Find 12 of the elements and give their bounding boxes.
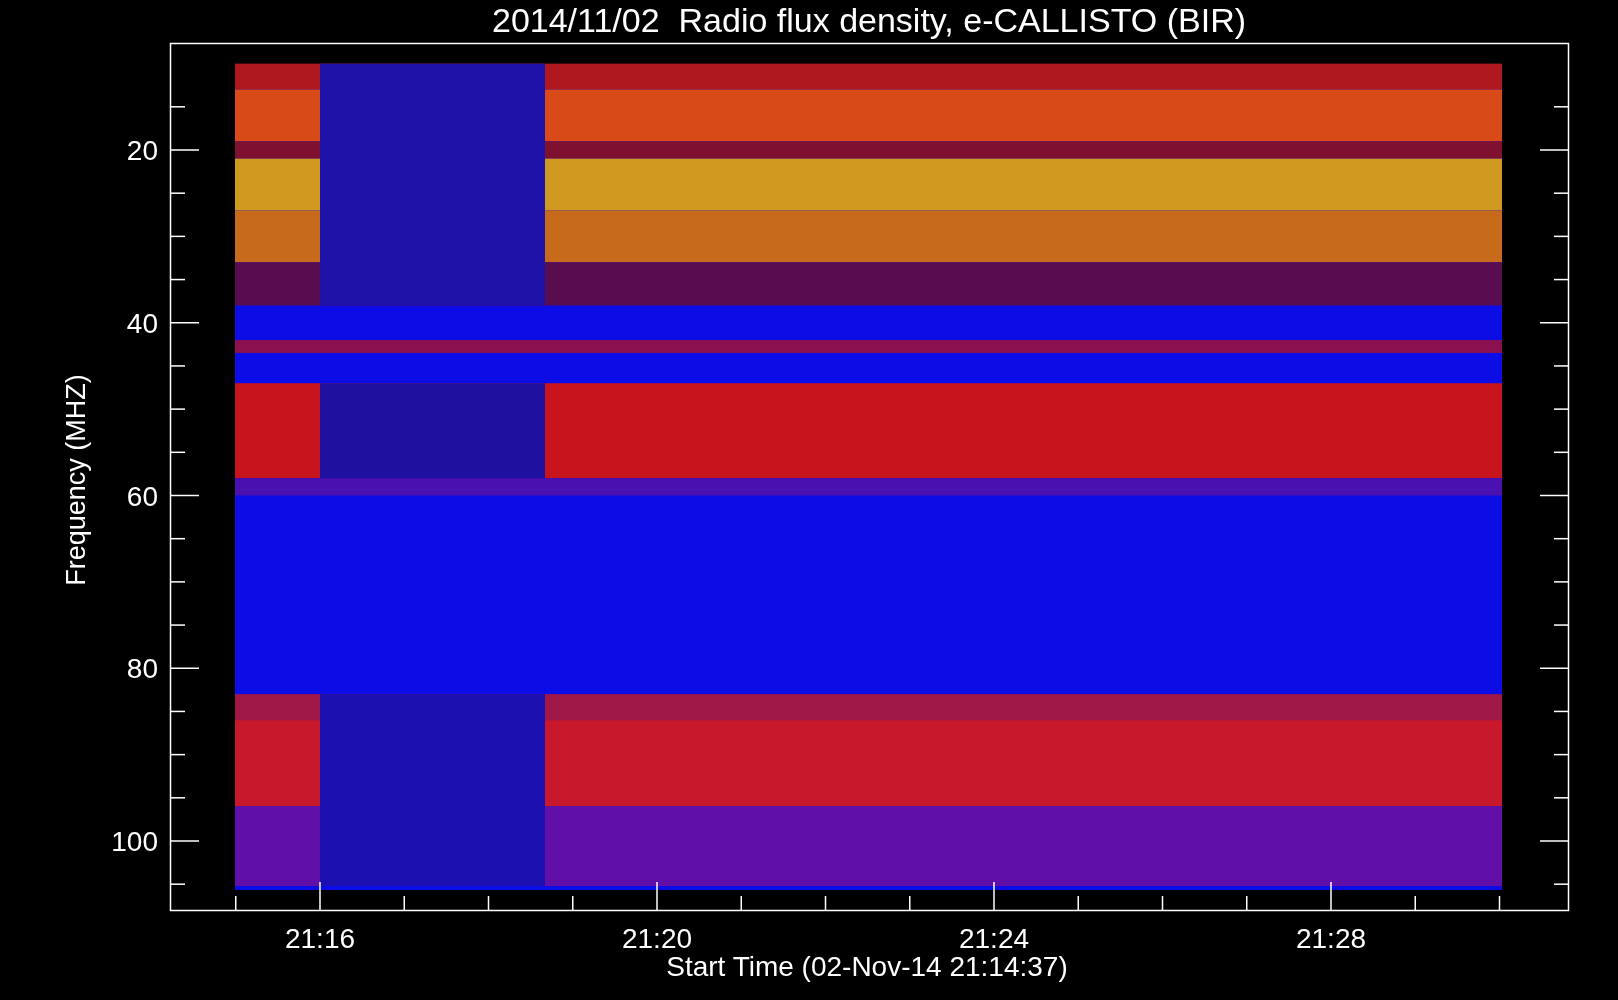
- x-tick-label: 21:20: [621, 923, 693, 954]
- y-tick-label: 60: [126, 480, 158, 512]
- chart-title: 2014/11/02 Radio flux density, e-CALLISTO (BIR): [492, 1, 1246, 39]
- x-tick-label: 21:16: [284, 923, 356, 954]
- y-tick-label: 40: [126, 307, 158, 339]
- x-tick-label: 21:24: [958, 923, 1030, 954]
- y-tick-label: 80: [126, 653, 158, 685]
- x-tick-label: 21:28: [1295, 923, 1367, 954]
- y-tick-label: 100: [111, 826, 158, 857]
- y-axis-label: Frequency (MHZ): [61, 374, 91, 586]
- x-axis-label: Start Time (02-Nov-14 21:14:37): [666, 951, 1068, 982]
- y-tick-label: 20: [126, 135, 158, 166]
